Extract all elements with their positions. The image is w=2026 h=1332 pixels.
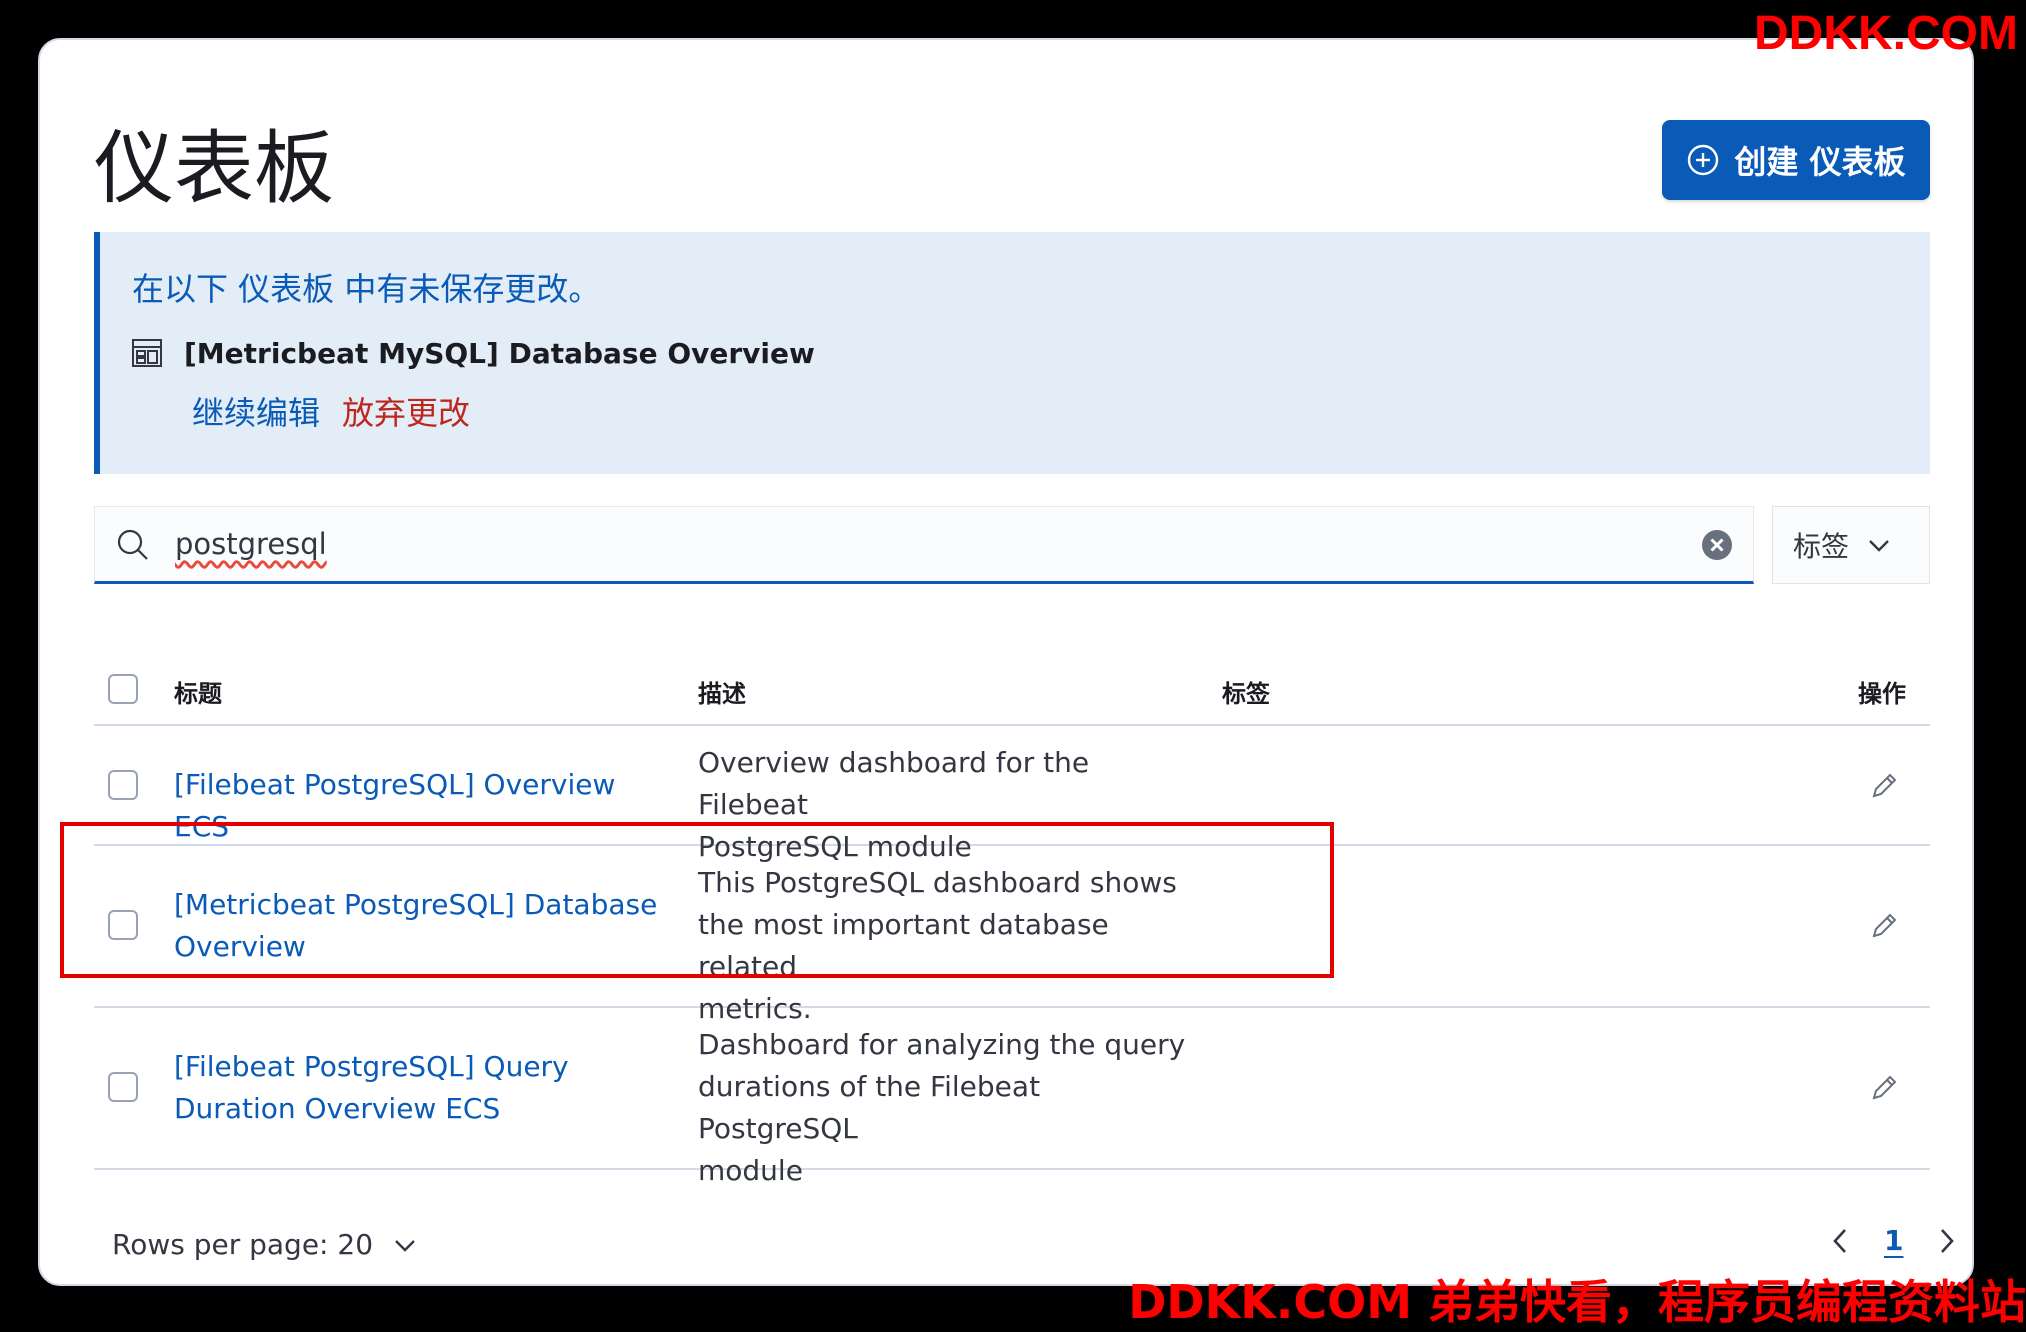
watermark-top: DDKK.COM [1754, 7, 2018, 60]
dashboard-title-link[interactable]: [Metricbeat PostgreSQL] Database Overvie… [174, 884, 674, 968]
unsaved-changes-callout: 在以下 仪表板 中有未保存更改。 [Metricbeat MySQL] Data… [94, 232, 1930, 474]
dashboard-description: This PostgreSQL dashboard shows the most… [698, 866, 1177, 1025]
dashboard-title-link[interactable]: [Filebeat PostgreSQL] Overview ECS [174, 764, 674, 848]
unsaved-dashboard-item: [Metricbeat MySQL] Database Overview [130, 336, 815, 370]
pagination: 1 [1830, 1224, 1957, 1257]
plus-circle-icon [1688, 144, 1719, 176]
tags-filter-button[interactable]: 标签 [1772, 506, 1930, 584]
chevron-down-icon [395, 1239, 415, 1252]
create-dashboard-button[interactable]: 创建 仪表板 [1662, 120, 1930, 200]
page-title: 仪表板 [94, 122, 334, 215]
discard-changes-link[interactable]: 放弃更改 [342, 388, 470, 434]
column-actions: 操作 [1858, 680, 1906, 708]
table-row: [Filebeat PostgreSQL] Overview ECS Overv… [94, 726, 1930, 863]
watermark-bottom: DDKK.COM 弟弟快看，程序员编程资料站 [1128, 1275, 2026, 1329]
callout-actions: 继续编辑 放弃更改 [192, 388, 470, 434]
table-row: [Filebeat PostgreSQL] Query Duration Ove… [94, 1008, 1930, 1187]
pencil-icon[interactable] [1868, 910, 1900, 942]
search-icon [117, 529, 148, 560]
search-value: postgresql [175, 527, 327, 561]
select-all-checkbox[interactable] [108, 674, 138, 704]
column-tags: 标签 [1222, 680, 1270, 708]
pencil-icon[interactable] [1868, 770, 1900, 802]
rows-per-page-selector[interactable]: Rows per page: 20 [112, 1228, 417, 1261]
dashboard-description: Dashboard for analyzing the query durati… [698, 1028, 1186, 1187]
rows-per-page-label: Rows per page: 20 [112, 1228, 374, 1261]
chevron-down-icon [1869, 540, 1889, 552]
unsaved-dashboard-name: [Metricbeat MySQL] Database Overview [184, 336, 815, 370]
continue-editing-link[interactable]: 继续编辑 [192, 388, 320, 434]
table-header: 标题 描述 标签 操作 [94, 640, 1930, 726]
column-description[interactable]: 描述 [698, 674, 746, 709]
page-number[interactable]: 1 [1884, 1224, 1903, 1257]
create-dashboard-label: 创建 仪表板 [1734, 143, 1906, 181]
pencil-icon[interactable] [1868, 1072, 1900, 1104]
row-checkbox[interactable] [108, 910, 138, 940]
chevron-left-icon[interactable] [1830, 1227, 1850, 1255]
clear-search-icon[interactable] [1701, 529, 1733, 561]
dashboard-title-link[interactable]: [Filebeat PostgreSQL] Query Duration Ove… [174, 1046, 674, 1130]
dashboard-app-icon [132, 339, 162, 367]
chevron-right-icon[interactable] [1937, 1227, 1957, 1255]
row-checkbox[interactable] [108, 770, 138, 800]
row-checkbox[interactable] [108, 1072, 138, 1102]
table-row: [Metricbeat PostgreSQL] Database Overvie… [94, 846, 1930, 1025]
search-input[interactable]: postgresql [94, 506, 1754, 584]
callout-title: 在以下 仪表板 中有未保存更改。 [132, 270, 601, 308]
dashboard-list-window: 仪表板 创建 仪表板 在以下 仪表板 中有未保存更改。 [Metricbeat … [38, 38, 1974, 1286]
column-title[interactable]: 标题 [174, 674, 222, 709]
tags-filter-label: 标签 [1793, 530, 1850, 563]
dashboard-table: 标题 描述 标签 操作 [Filebeat PostgreSQL] Overvi… [94, 640, 1930, 1187]
